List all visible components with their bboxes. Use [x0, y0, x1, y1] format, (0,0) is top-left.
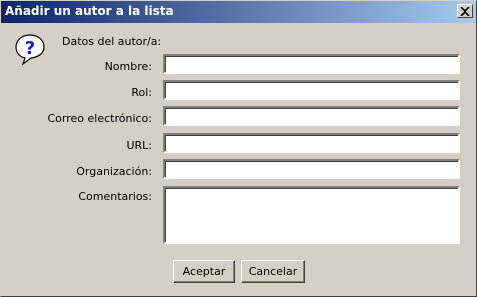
svg-text:?: ? — [25, 38, 35, 59]
url-label: URL: — [126, 139, 152, 152]
title-bar[interactable]: Añadir un autor a la lista — [1, 1, 476, 23]
email-field[interactable] — [163, 106, 460, 126]
close-button[interactable] — [457, 4, 473, 18]
organization-field[interactable] — [163, 159, 460, 179]
url-field[interactable] — [163, 133, 460, 153]
dialog-window: Añadir un autor a la lista ? Datos del a… — [0, 0, 477, 297]
comments-label: Comentarios: — [78, 190, 152, 203]
email-label: Correo electrónico: — [47, 112, 153, 125]
window-title: Añadir un autor a la lista — [5, 4, 174, 18]
cancel-button[interactable]: Cancelar — [241, 260, 305, 283]
close-icon — [460, 6, 470, 16]
role-label: Rol: — [131, 86, 152, 99]
accept-button[interactable]: Aceptar — [173, 260, 235, 283]
author-data-heading: Datos del autor/a: — [62, 35, 162, 48]
name-label: Nombre: — [104, 60, 152, 73]
question-help-icon: ? — [15, 34, 45, 66]
comments-field[interactable] — [163, 186, 460, 244]
organization-label: Organización: — [76, 165, 152, 178]
role-field[interactable] — [163, 80, 460, 100]
name-field[interactable] — [163, 54, 460, 74]
